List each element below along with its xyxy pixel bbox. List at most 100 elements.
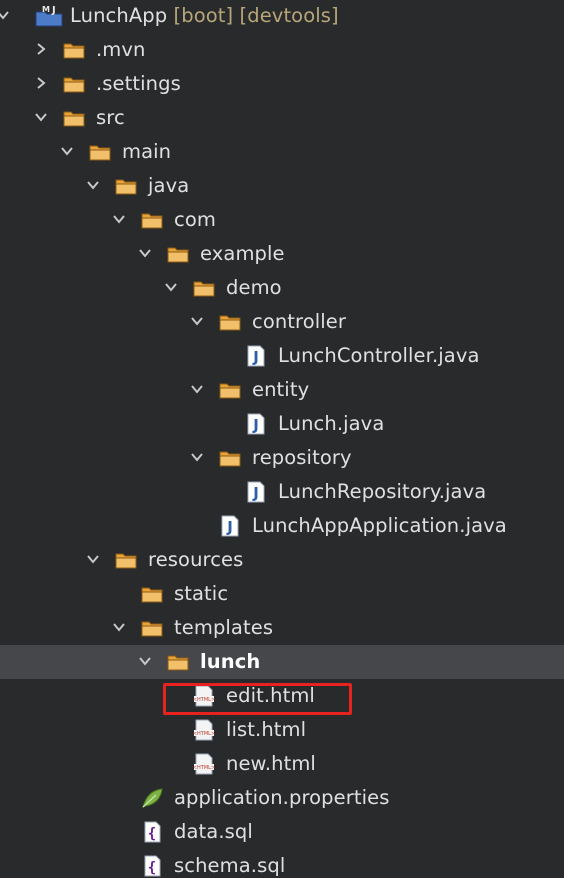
tree-label-folder-src: src — [96, 101, 125, 135]
tree-row-folder-java[interactable]: java — [0, 169, 564, 203]
tree-row-project-lunchapp[interactable]: M J LunchApp [boot] [devtools] — [0, 0, 564, 33]
tree-label-folder-com: com — [174, 203, 216, 237]
tree-label-text: LunchRepository.java — [278, 480, 487, 503]
tree-row-folder-entity[interactable]: entity — [0, 373, 564, 407]
tree-row-file-lunchcontroller-java[interactable]: J LunchController.java — [0, 339, 564, 373]
chevron-down-icon[interactable] — [136, 244, 154, 262]
chevron-down-icon[interactable] — [110, 210, 128, 228]
folder-icon — [62, 38, 86, 62]
tree-row-folder-mvn[interactable]: .mvn — [0, 33, 564, 67]
tree-label-text: src — [96, 106, 125, 129]
tree-row-file-schema-sql[interactable]: { schema.sql — [0, 849, 564, 878]
tree-row-folder-main[interactable]: main — [0, 135, 564, 169]
chevron-right-icon[interactable] — [32, 74, 50, 92]
tree-row-folder-com[interactable]: com — [0, 203, 564, 237]
tree-row-file-lunch-java[interactable]: J Lunch.java — [0, 407, 564, 441]
tree-label-text: .settings — [96, 72, 181, 95]
svg-text:<HTML>: <HTML> — [193, 697, 215, 703]
tree-row-folder-settings[interactable]: .settings — [0, 67, 564, 101]
tree-row-file-data-sql[interactable]: { data.sql — [0, 815, 564, 849]
tree-label-text: repository — [252, 446, 352, 469]
tree-row-folder-example[interactable]: example — [0, 237, 564, 271]
tree-row-file-new-html[interactable]: <HTML> new.html — [0, 747, 564, 781]
tree-label-text: schema.sql — [174, 854, 286, 877]
tree-row-file-application-properties[interactable]: application.properties — [0, 781, 564, 815]
tree-label-project-lunchapp: LunchApp [boot] [devtools] — [70, 0, 339, 33]
tree-label-text: entity — [252, 378, 310, 401]
folder-icon — [166, 650, 190, 674]
project-decorations: [boot] [devtools] — [167, 4, 339, 27]
svg-text:M: M — [42, 5, 50, 14]
svg-text:<HTML>: <HTML> — [193, 731, 215, 737]
tree-row-file-list-html[interactable]: <HTML> list.html — [0, 713, 564, 747]
svg-text:{: { — [148, 826, 156, 842]
chevron-down-icon[interactable] — [162, 278, 180, 296]
tree-label-folder-entity: entity — [252, 373, 309, 407]
chevron-down-icon[interactable] — [188, 312, 206, 330]
tree-label-folder-example: example — [200, 237, 285, 271]
folder-icon — [218, 378, 242, 402]
spring-leaf-icon — [140, 786, 164, 810]
tree-label-text: Lunch.java — [278, 412, 385, 435]
svg-text:J: J — [252, 484, 259, 502]
folder-icon — [166, 242, 190, 266]
tree-row-folder-lunch[interactable]: lunch — [0, 645, 564, 679]
chevron-down-icon[interactable] — [0, 6, 12, 24]
chevron-down-icon[interactable] — [188, 380, 206, 398]
tree-row-folder-repository[interactable]: repository — [0, 441, 564, 475]
chevron-down-icon[interactable] — [110, 618, 128, 636]
tree-label-text: templates — [174, 616, 274, 639]
tree-row-folder-static[interactable]: static — [0, 577, 564, 611]
folder-icon — [218, 446, 242, 470]
svg-text:J: J — [226, 518, 233, 536]
svg-text:{: { — [148, 860, 156, 876]
folder-icon — [218, 310, 242, 334]
tree-row-folder-demo[interactable]: demo — [0, 271, 564, 305]
folder-icon — [62, 72, 86, 96]
folder-icon — [140, 582, 164, 606]
tree-label-file-data-sql: data.sql — [174, 815, 253, 849]
html-file-icon: <HTML> — [192, 684, 216, 708]
chevron-down-icon[interactable] — [84, 550, 102, 568]
tree-label-folder-lunch: lunch — [200, 645, 260, 679]
tree-label-text: controller — [252, 310, 347, 333]
folder-icon — [140, 208, 164, 232]
chevron-down-icon[interactable] — [136, 652, 154, 670]
tree-row-file-lunchrepository-java[interactable]: J LunchRepository.java — [0, 475, 564, 509]
tree-label-file-schema-sql: schema.sql — [174, 849, 285, 878]
tree-label-text: com — [174, 208, 216, 231]
java-file-icon: J — [244, 344, 268, 368]
folder-icon — [114, 548, 138, 572]
chevron-down-icon[interactable] — [58, 142, 76, 160]
svg-text:J: J — [252, 348, 259, 366]
svg-text:J: J — [51, 5, 56, 16]
tree-label-text: main — [122, 140, 172, 163]
sql-file-icon: { — [140, 820, 164, 844]
java-file-icon: J — [218, 514, 242, 538]
tree-row-file-edit-html[interactable]: <HTML> edit.html — [0, 679, 564, 713]
tree-row-file-lunchappapplication-java[interactable]: J LunchAppApplication.java — [0, 509, 564, 543]
folder-icon — [114, 174, 138, 198]
chevron-down-icon[interactable] — [188, 448, 206, 466]
tree-label-folder-demo: demo — [226, 271, 282, 305]
chevron-down-icon[interactable] — [32, 108, 50, 126]
tree-label-file-lunchcontroller-java: LunchController.java — [278, 339, 480, 373]
tree-row-folder-templates[interactable]: templates — [0, 611, 564, 645]
tree-label-file-application-properties: application.properties — [174, 781, 389, 815]
tree-row-folder-resources[interactable]: resources — [0, 543, 564, 577]
tree-label-text: example — [200, 242, 285, 265]
tree-label-folder-static: static — [174, 577, 228, 611]
tree-label-file-lunchrepository-java: LunchRepository.java — [278, 475, 486, 509]
sql-file-icon: { — [140, 854, 164, 878]
chevron-down-icon[interactable] — [84, 176, 102, 194]
tree-row-folder-controller[interactable]: controller — [0, 305, 564, 339]
tree-label-folder-mvn: .mvn — [96, 33, 146, 67]
tree-label-text: demo — [226, 276, 282, 299]
tree-label-text: LunchController.java — [278, 344, 480, 367]
tree-row-folder-src[interactable]: src — [0, 101, 564, 135]
tree-label-folder-templates: templates — [174, 611, 273, 645]
tree-label-text: list.html — [226, 718, 307, 741]
chevron-right-icon[interactable] — [32, 40, 50, 58]
tree-label-file-list-html: list.html — [226, 713, 306, 747]
tree-label-folder-resources: resources — [148, 543, 243, 577]
